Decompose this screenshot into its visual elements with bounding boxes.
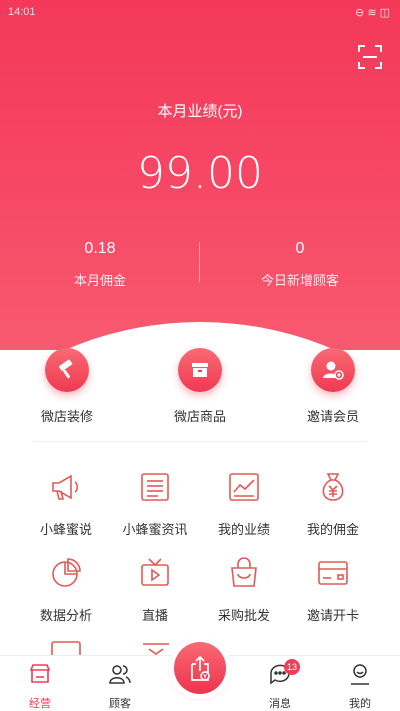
shopping-bag-icon bbox=[231, 557, 257, 587]
hero-curve bbox=[0, 322, 400, 350]
tab-business[interactable]: 经营 bbox=[10, 662, 70, 711]
grid-item-live[interactable]: 直播 bbox=[105, 556, 205, 624]
users-icon bbox=[109, 665, 131, 684]
stat-new-customers-label: 今日新增顾客 bbox=[260, 273, 339, 288]
stat-new-customers-value: 0 bbox=[295, 240, 305, 257]
performance-label: 本月业绩(元) bbox=[157, 103, 243, 120]
money-bag-icon bbox=[322, 473, 344, 501]
grid-label: 小蜂蜜资讯 bbox=[122, 522, 188, 537]
grid-label: 我的业绩 bbox=[217, 522, 270, 537]
stat-commission[interactable]: 0.18 本月佣金 bbox=[0, 240, 200, 289]
grid-item-bee-talk[interactable]: 小蜂蜜说 bbox=[16, 470, 116, 538]
status-icons: ⊖ ≋ ◫ bbox=[355, 7, 390, 19]
tv-icon bbox=[141, 558, 169, 586]
store-icon bbox=[29, 664, 51, 683]
action-label: 邀请会员 bbox=[306, 409, 359, 424]
status-bar: 14:01 ⊖ ≋ ◫ bbox=[0, 0, 400, 26]
tab-label: 顾客 bbox=[109, 698, 131, 710]
share-bag-icon bbox=[191, 655, 210, 681]
grid-label: 数据分析 bbox=[39, 608, 92, 623]
message-badge: 13 bbox=[284, 659, 301, 675]
grid-label: 小蜂蜜说 bbox=[39, 522, 92, 537]
grid-item-my-commission[interactable]: 我的佣金 bbox=[283, 470, 383, 538]
tab-label: 我的 bbox=[349, 698, 371, 710]
action-shop-decoration[interactable]: 微店装修 bbox=[7, 348, 127, 425]
profile-icon bbox=[351, 664, 369, 685]
tab-customers[interactable]: 顾客 bbox=[90, 662, 150, 711]
stat-commission-value: 0.18 bbox=[84, 240, 116, 257]
action-shop-products[interactable]: 微店商品 bbox=[140, 348, 260, 425]
action-invite-member[interactable]: 邀请会员 bbox=[273, 348, 393, 425]
status-time: 14:01 bbox=[8, 6, 36, 18]
action-label: 微店商品 bbox=[173, 409, 226, 424]
top-actions: 微店装修 微店商品 邀请会员 bbox=[0, 348, 400, 428]
news-icon bbox=[141, 473, 169, 501]
pie-chart-icon bbox=[52, 558, 81, 587]
performance-value: 99.00 bbox=[137, 148, 263, 199]
grid-label: 采购批发 bbox=[217, 608, 270, 623]
section-divider bbox=[33, 441, 367, 442]
grid-label: 邀请开卡 bbox=[306, 608, 359, 623]
grid-item-wholesale[interactable]: 采购批发 bbox=[194, 556, 294, 624]
grid-label: 我的佣金 bbox=[306, 522, 359, 537]
grid-item-bee-news[interactable]: 小蜂蜜资讯 bbox=[105, 470, 205, 538]
stat-new-customers[interactable]: 0 今日新增顾客 bbox=[200, 240, 400, 289]
box-icon bbox=[178, 348, 222, 392]
grid-item-data-analysis[interactable]: 数据分析 bbox=[16, 556, 116, 624]
paint-roller-icon bbox=[45, 348, 89, 392]
tab-label: 消息 bbox=[269, 698, 291, 710]
stat-commission-label: 本月佣金 bbox=[73, 273, 126, 288]
card-icon bbox=[318, 561, 348, 585]
grid-label: 直播 bbox=[141, 608, 168, 623]
tab-label: 经营 bbox=[29, 698, 51, 710]
grid-item-invite-card[interactable]: 邀请开卡 bbox=[283, 556, 383, 624]
megaphone-icon bbox=[52, 474, 79, 500]
tab-messages[interactable]: 13 消息 bbox=[250, 659, 310, 711]
chart-icon bbox=[229, 473, 259, 501]
scan-icon[interactable] bbox=[357, 44, 383, 70]
add-user-icon bbox=[311, 348, 355, 392]
center-share-button[interactable] bbox=[174, 642, 226, 694]
grid-item-my-performance[interactable]: 我的业绩 bbox=[194, 470, 294, 538]
tab-mine[interactable]: 我的 bbox=[330, 662, 390, 711]
action-label: 微店装修 bbox=[40, 409, 93, 424]
